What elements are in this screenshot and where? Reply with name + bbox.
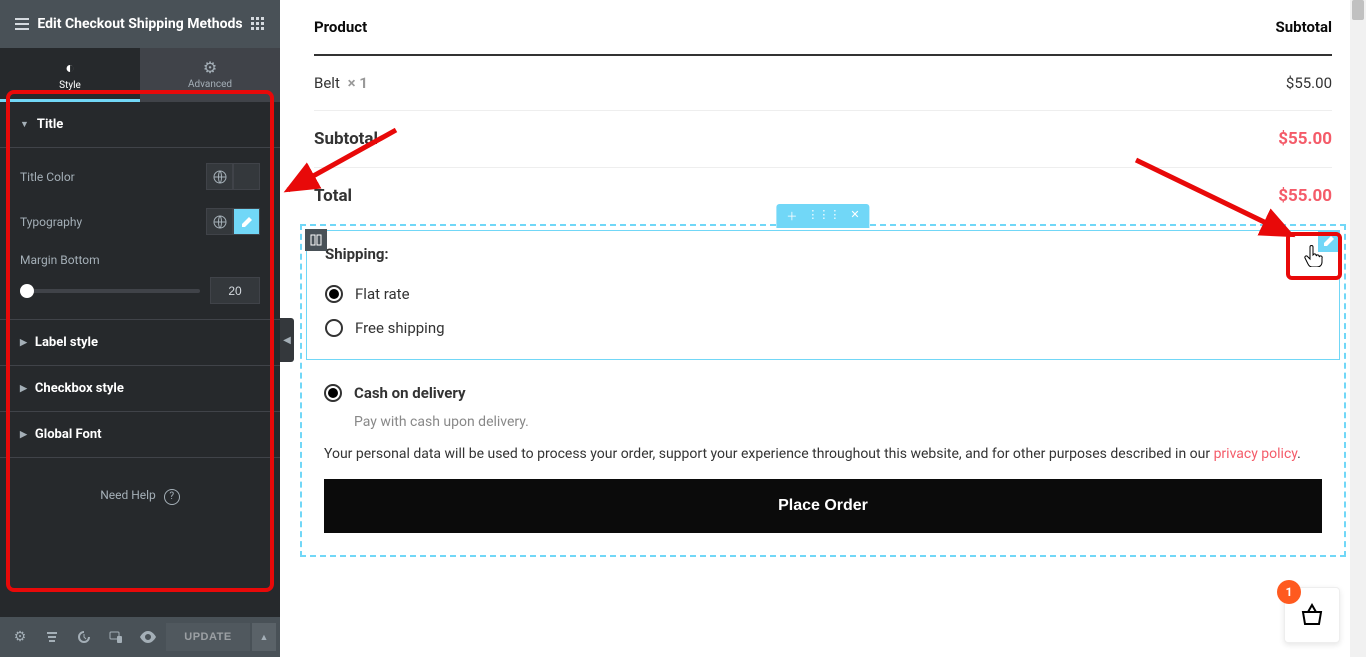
sidebar-tabs: ◐ Style ⚙ Advanced [0,48,280,102]
section-close-icon[interactable]: ✕ [850,208,859,224]
payment-desc: Pay with cash upon delivery. [354,414,1322,430]
menu-icon[interactable] [12,14,32,34]
shipping-widget[interactable]: Shipping: Flat rate Free shipping [306,230,1340,360]
privacy-text: Your personal data will be used to proce… [306,444,1340,465]
radio-icon[interactable] [325,319,343,337]
shipping-option-free[interactable]: Free shipping [325,311,1321,345]
total-value: $55.00 [1278,186,1332,206]
section-drag-icon[interactable]: ⋮⋮⋮ [807,208,840,224]
editor-sidebar: Edit Checkout Shipping Methods ◐ Style ⚙… [0,0,280,657]
section-checkbox-style[interactable]: ▶ Checkbox style [0,366,280,412]
basket-icon [1299,603,1325,627]
gear-icon: ⚙ [140,58,280,77]
history-icon[interactable] [68,617,100,657]
section-global-font[interactable]: ▶ Global Font [0,412,280,458]
tab-style[interactable]: ◐ Style [0,48,140,102]
title-color-label: Title Color [20,170,75,184]
sidebar-footer: ⚙ UPDATE ▲ [0,617,280,657]
help-icon: ? [164,489,180,505]
sidebar-header: Edit Checkout Shipping Methods [0,0,280,48]
order-review-table: Product Subtotal Belt × 1 $55.00 Subtota… [300,0,1346,224]
payment-option-cod[interactable]: Cash on delivery [324,376,1322,410]
scrollbar-thumb[interactable] [1352,0,1364,20]
update-button[interactable]: UPDATE [166,623,250,651]
margin-value-input[interactable] [210,277,260,304]
tab-advanced[interactable]: ⚙ Advanced [140,48,280,102]
apps-icon[interactable] [248,14,268,34]
payment-method: Cash on delivery Pay with cash upon deli… [306,364,1340,430]
col-product: Product [314,18,367,36]
section-title[interactable]: ▼ Title [0,102,280,148]
style-icon: ◐ [0,58,140,78]
privacy-link[interactable]: privacy policy [1214,446,1298,462]
preview-icon[interactable] [132,617,164,657]
subtotal-label: Subtotal [314,129,378,149]
shipping-title: Shipping: [325,245,1321,263]
section-title-body: Title Color Typography [0,148,280,320]
shipping-option-flat[interactable]: Flat rate [325,277,1321,311]
scrollbar[interactable] [1350,0,1366,657]
sidebar-title: Edit Checkout Shipping Methods [32,15,248,33]
edit-typography-button[interactable] [233,208,260,235]
line-item: Belt × 1 [314,74,368,92]
cart-button[interactable]: 1 [1284,587,1340,643]
cart-badge: 1 [1277,580,1301,604]
sidebar-sections: ▼ Title Title Color Typography [0,102,280,617]
caret-right-icon: ▶ [20,338,27,348]
section-outline[interactable]: ＋ ⋮⋮⋮ ✕ Shipping: Flat rate [300,224,1346,557]
caret-right-icon: ▶ [20,430,27,440]
globe-icon[interactable] [206,208,233,235]
section-toolbar: ＋ ⋮⋮⋮ ✕ [776,204,869,228]
slider-thumb[interactable] [20,284,34,298]
margin-bottom-label: Margin Bottom [20,253,260,267]
globe-icon[interactable] [206,163,233,190]
column-drag-icon[interactable] [305,229,327,251]
margin-slider[interactable] [20,289,200,293]
col-subtotal: Subtotal [1276,18,1333,36]
navigator-icon[interactable] [36,617,68,657]
cursor-hand-icon [1303,245,1323,267]
item-price: $55.00 [1286,74,1332,92]
collapse-sidebar-button[interactable]: ◀ [280,318,294,362]
section-label-style[interactable]: ▶ Label style [0,320,280,366]
item-qty: × 1 [348,74,368,92]
radio-icon[interactable] [324,384,342,402]
typography-label: Typography [20,215,82,229]
total-label: Total [314,186,352,206]
help-link[interactable]: Need Help ? [0,458,280,535]
radio-icon[interactable] [325,285,343,303]
preview-canvas: Product Subtotal Belt × 1 $55.00 Subtota… [280,0,1366,657]
responsive-icon[interactable] [100,617,132,657]
settings-icon[interactable]: ⚙ [4,617,36,657]
caret-down-icon: ▼ [20,119,29,130]
update-dropdown[interactable]: ▲ [252,623,276,651]
subtotal-value: $55.00 [1278,129,1332,149]
place-order-button[interactable]: Place Order [324,479,1322,533]
caret-right-icon: ▶ [20,384,27,394]
section-add-icon[interactable]: ＋ [786,208,797,224]
color-swatch[interactable] [233,163,260,190]
